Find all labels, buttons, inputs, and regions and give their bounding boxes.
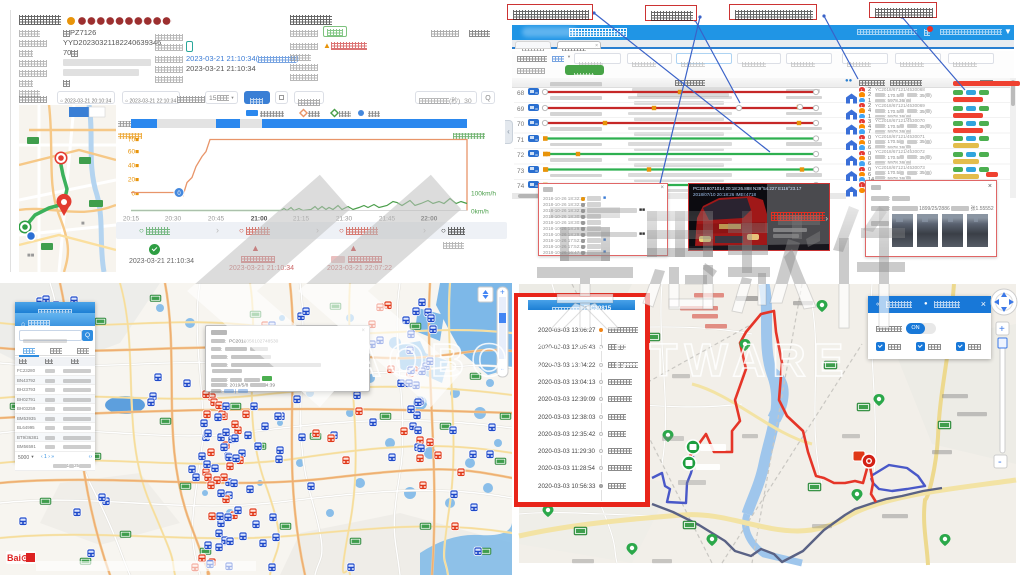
svg-text:+: +: [999, 324, 1005, 335]
svg-text:60■: 60■: [128, 149, 139, 156]
svg-text:-: -: [998, 456, 1002, 468]
svg-text:40■: 40■: [128, 163, 139, 170]
svg-text:0km/h: 0km/h: [471, 209, 489, 216]
svg-text:■■: ■■: [27, 253, 35, 259]
svg-text:0■: 0■: [131, 191, 139, 198]
svg-text:2018/07/10 20:18:26 IMEI:4718: 2018/07/10 20:18:26 IMEI:4718: [693, 192, 757, 197]
svg-text:20■: 20■: [128, 177, 139, 184]
svg-text:70■: 70■: [128, 137, 139, 144]
svg-text:100km/h: 100km/h: [471, 191, 496, 198]
svg-text:■: ■: [81, 221, 85, 227]
svg-text:+: +: [500, 288, 505, 297]
svg-text:-: -: [501, 364, 504, 374]
svg-text:Bai⊙: Bai⊙: [7, 553, 29, 563]
svg-text:PC2018071014 20:18:26.888 N39°: PC2018071014 20:18:26.888 N39°54.227 E11…: [693, 186, 802, 191]
